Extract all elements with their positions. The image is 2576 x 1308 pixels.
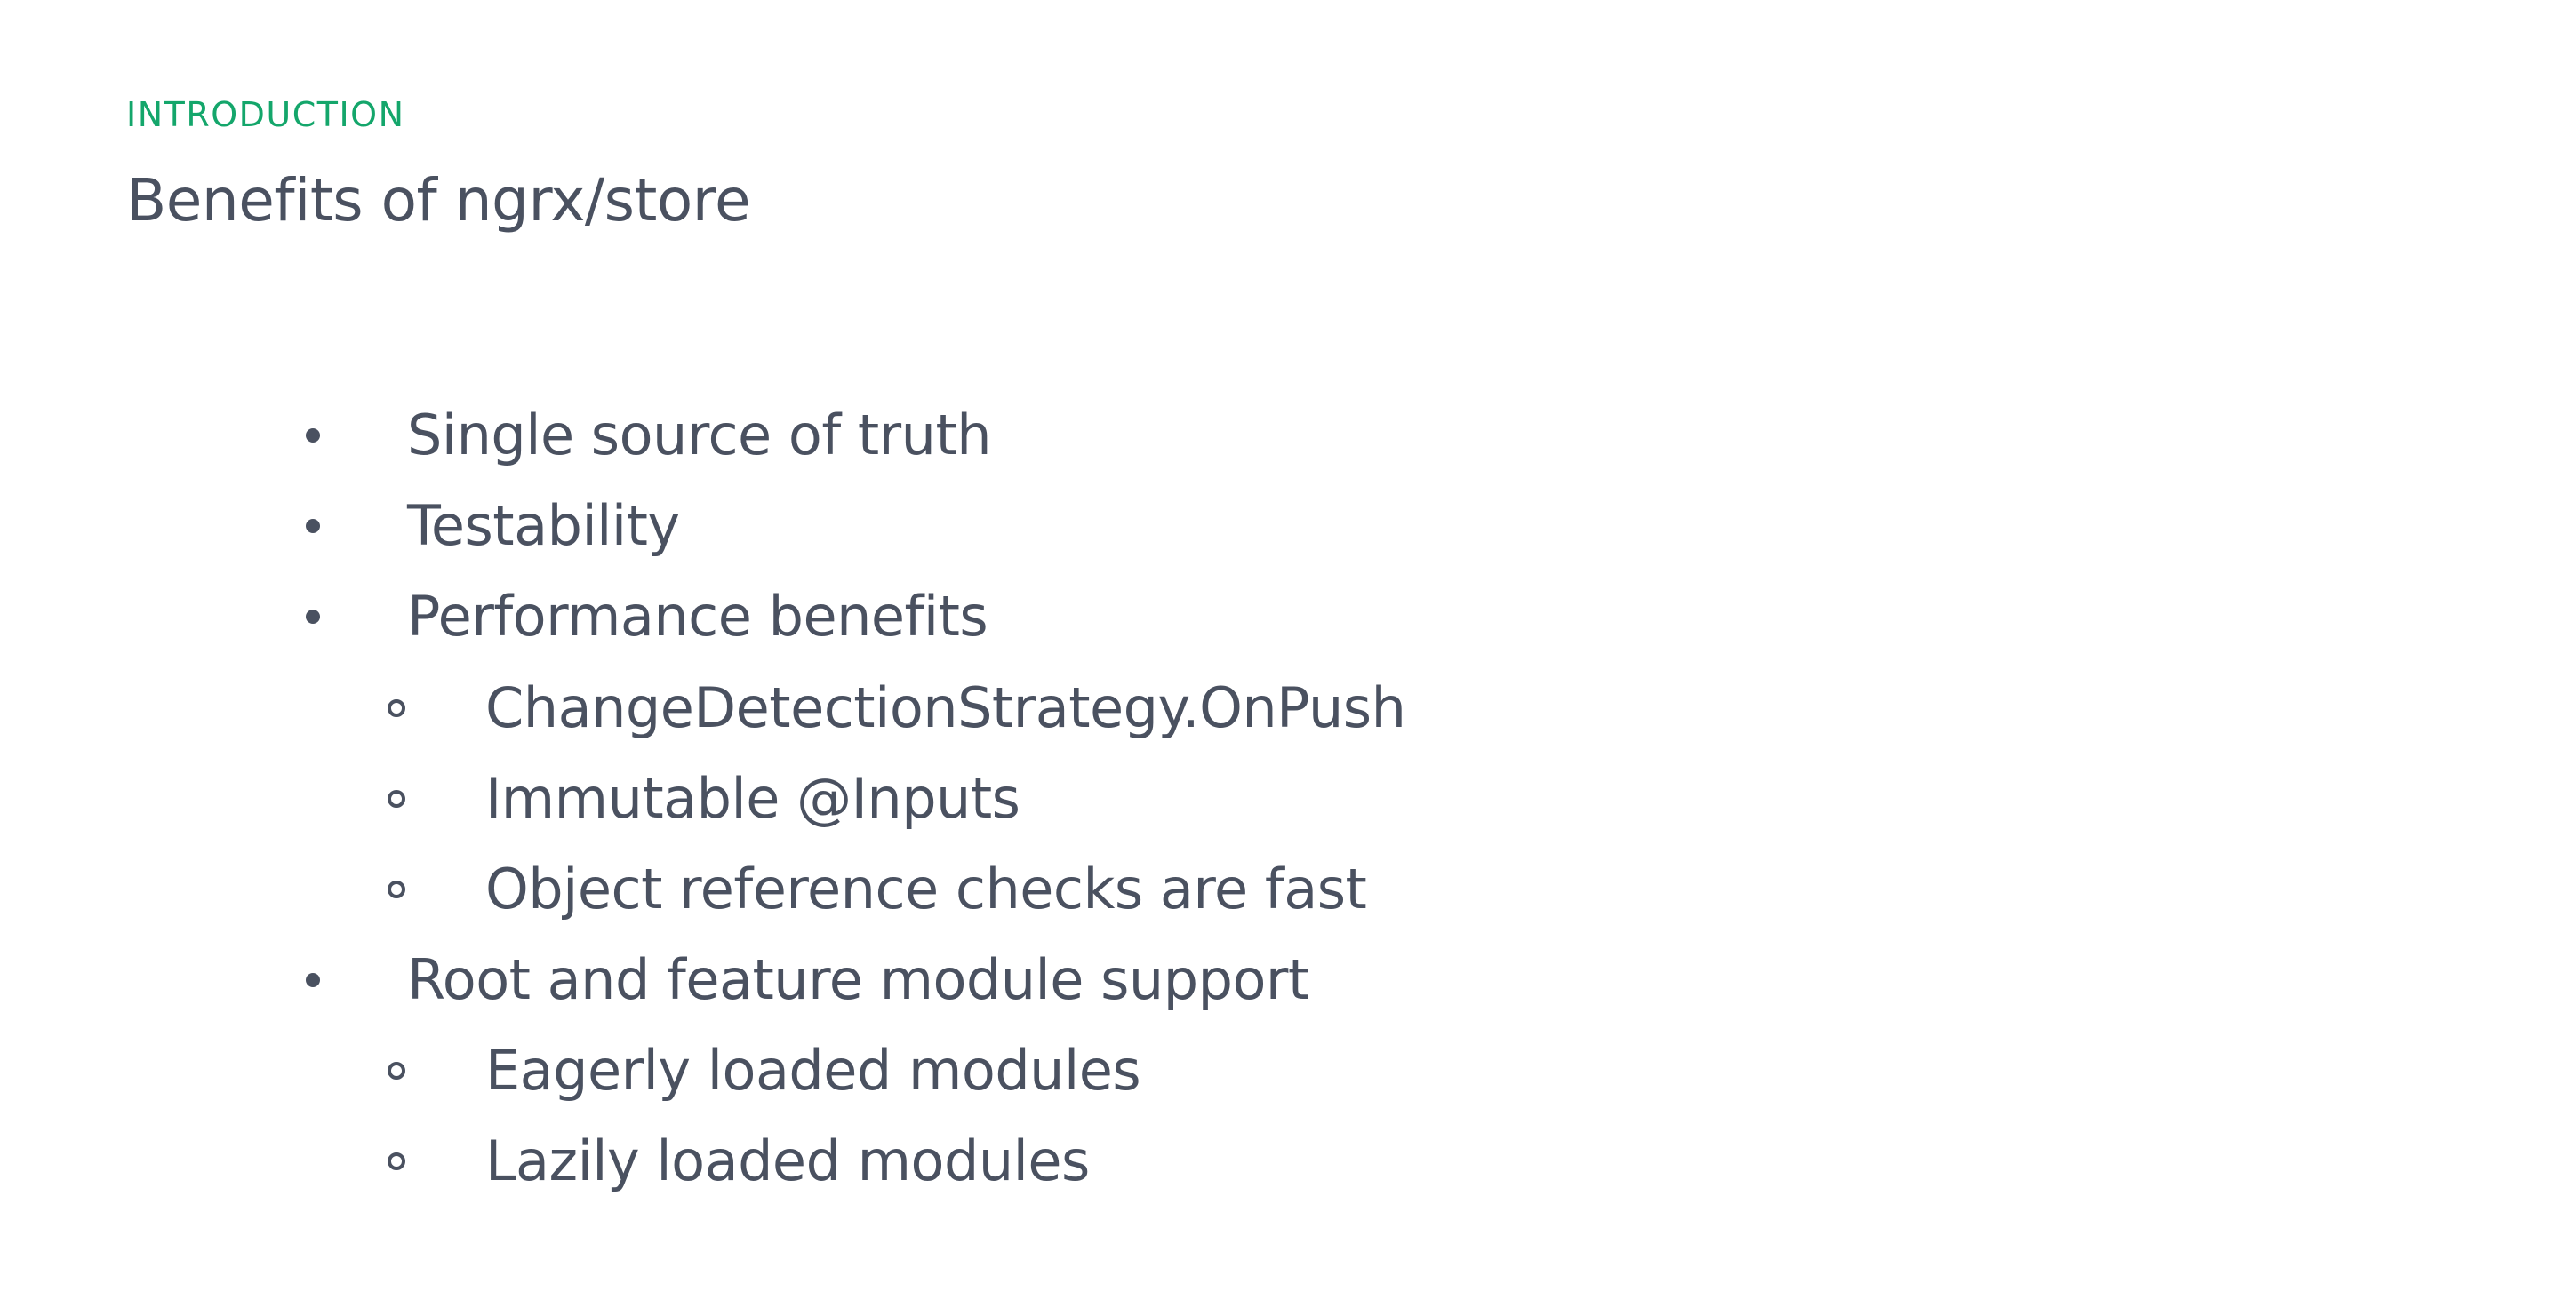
sub-bullet-text: Object reference checks are fast bbox=[485, 857, 1367, 921]
bullet-text: Single source of truth bbox=[407, 403, 992, 467]
bullet-dot-icon bbox=[300, 483, 325, 569]
sub-bullet-circle-icon bbox=[384, 666, 409, 751]
bullet-item: Performance benefits bbox=[300, 574, 988, 659]
bullet-text: Testability bbox=[407, 493, 680, 558]
bullet-dot-icon bbox=[300, 937, 325, 1023]
bullet-dot-icon bbox=[300, 574, 325, 659]
bullet-item: Testability bbox=[300, 483, 680, 569]
bullet-dot-icon bbox=[300, 393, 325, 478]
sub-bullet-circle-icon bbox=[384, 847, 409, 932]
bullet-text: Root and feature module support bbox=[407, 947, 1309, 1012]
sub-bullet-text: Eagerly loaded modules bbox=[485, 1038, 1141, 1103]
bullet-text: Performance benefits bbox=[407, 584, 988, 649]
bullet-item: Root and feature module support bbox=[300, 937, 1309, 1023]
sub-bullet-circle-icon bbox=[384, 1119, 409, 1204]
sub-bullet-text: Lazily loaded modules bbox=[485, 1129, 1090, 1193]
sub-bullet-item: Immutable @Inputs bbox=[384, 756, 1020, 841]
sub-bullet-circle-icon bbox=[384, 756, 409, 841]
sub-bullet-item: Lazily loaded modules bbox=[384, 1119, 1090, 1204]
sub-bullet-text: Immutable @Inputs bbox=[485, 766, 1020, 831]
slide: INTRODUCTION Benefits of ngrx/store Sing… bbox=[0, 0, 2576, 1308]
sub-bullet-circle-icon bbox=[384, 1028, 409, 1113]
sub-bullet-item: ChangeDetectionStrategy.OnPush bbox=[384, 666, 1406, 751]
bullet-item: Single source of truth bbox=[300, 393, 992, 478]
bullet-list: Single source of truth Testability Perfo… bbox=[0, 0, 2576, 1308]
sub-bullet-text: ChangeDetectionStrategy.OnPush bbox=[485, 675, 1406, 740]
sub-bullet-item: Object reference checks are fast bbox=[384, 847, 1367, 932]
sub-bullet-item: Eagerly loaded modules bbox=[384, 1028, 1141, 1113]
